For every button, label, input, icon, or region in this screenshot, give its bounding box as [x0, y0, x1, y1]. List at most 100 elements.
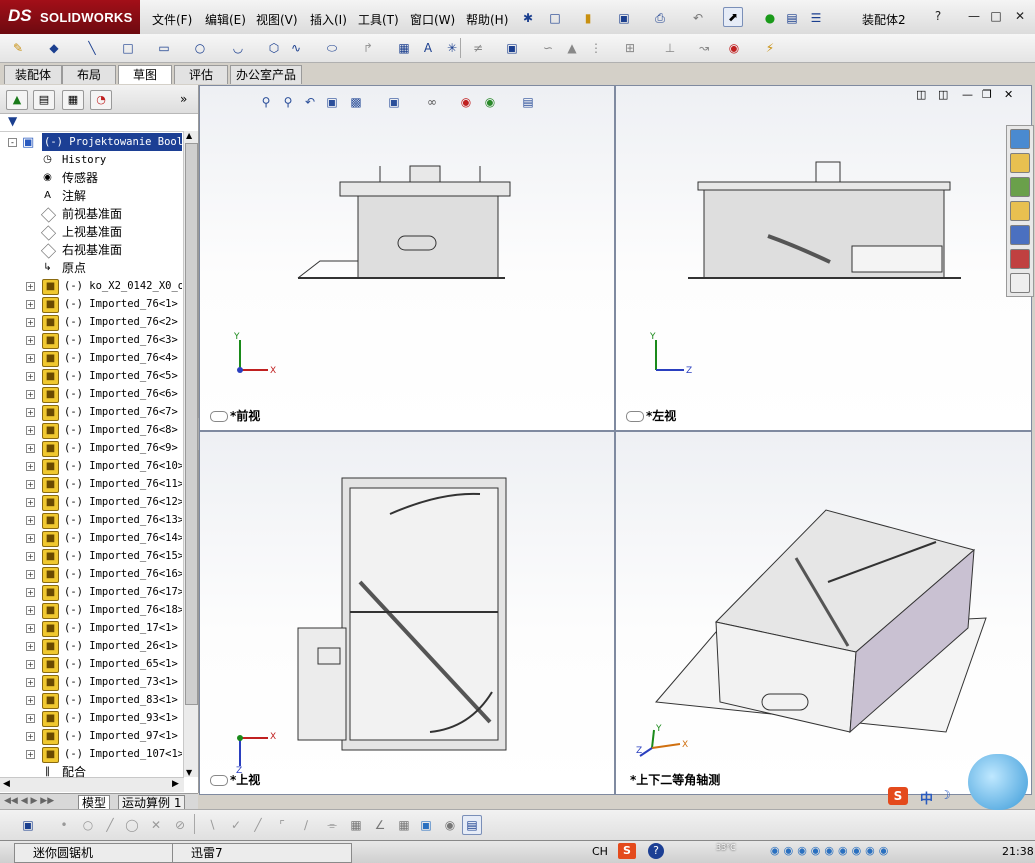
expand-icon[interactable]: + — [26, 282, 35, 291]
polyline-icon[interactable]: ∕ — [296, 815, 316, 835]
expand-icon[interactable]: + — [26, 534, 35, 543]
tree-item[interactable]: + ■ (-) Imported_76<17> — [0, 583, 182, 601]
expand-icon[interactable]: + — [26, 498, 35, 507]
text-icon[interactable]: A — [418, 38, 438, 58]
link-views-icon[interactable] — [210, 411, 228, 422]
trim-icon[interactable]: ≠ — [468, 38, 488, 58]
language-indicator[interactable]: CH — [592, 845, 608, 858]
undo-icon[interactable]: ↶ — [688, 8, 708, 28]
design-library-icon[interactable] — [1010, 177, 1030, 197]
display-manager-icon[interactable]: ◔ — [90, 90, 112, 110]
expand-icon[interactable]: + — [26, 678, 35, 687]
tree-item[interactable]: ◉ 传感器 — [0, 169, 182, 187]
tree-item[interactable]: + ■ (-) Imported_76<7> ( — [0, 403, 182, 421]
plane-sketch-icon[interactable]: ▦ — [394, 38, 414, 58]
expand-icon[interactable]: + — [26, 408, 35, 417]
moon-icon[interactable]: ☽ — [940, 788, 951, 802]
tree-item[interactable]: + ■ (-) Imported_76<1> ( — [0, 295, 182, 313]
expand-icon[interactable]: + — [26, 552, 35, 561]
quick-snaps-icon[interactable]: ◉ — [724, 38, 744, 58]
home-icon[interactable] — [1010, 153, 1030, 173]
expand-icon[interactable]: + — [26, 354, 35, 363]
tree-item[interactable]: + ■ (-) Imported_76<6> ( — [0, 385, 182, 403]
filter-icon[interactable]: ▼ — [8, 114, 17, 128]
circle-tool2-icon[interactable]: ◯ — [122, 815, 142, 835]
convert-entities-icon[interactable]: ▣ — [502, 38, 522, 58]
slash-icon[interactable]: ╱ — [248, 815, 268, 835]
tree-item[interactable]: ‖ 配合 — [0, 763, 182, 781]
tree-item[interactable]: + ■ (-) Imported_107<1> — [0, 745, 182, 763]
tab-nav-icon[interactable]: ◀◀ ◀ ▶ ▶▶ — [4, 796, 54, 806]
sogou-icon[interactable]: S — [888, 787, 908, 805]
tree-item[interactable]: + ■ (-) Imported_17<1> ( — [0, 619, 182, 637]
bird-mascot-icon[interactable] — [968, 754, 1028, 810]
tree-item[interactable]: A 注解 — [0, 187, 182, 205]
repair-sketch-icon[interactable]: ↝ — [694, 38, 714, 58]
command-tab[interactable]: 草图 — [118, 65, 172, 84]
restore-icon[interactable]: □ — [988, 9, 1004, 23]
command-tab[interactable]: 评估 — [174, 65, 228, 84]
solidworks-resources-icon[interactable] — [1010, 129, 1030, 149]
expand-icon[interactable]: + — [26, 372, 35, 381]
tree-item[interactable]: + ■ (-) Imported_93<1> ( — [0, 709, 182, 727]
expand-icon[interactable]: + — [26, 390, 35, 399]
view-cube-icon[interactable]: ▦ — [394, 815, 414, 835]
minimize-icon[interactable]: — — [966, 9, 982, 23]
tree-item[interactable]: ↳ 原点 — [0, 259, 182, 277]
rebuild-traffic-light-icon[interactable]: ● — [760, 8, 780, 28]
scroll-up-icon[interactable]: ▲ — [186, 131, 192, 140]
rectangle-icon[interactable]: □ — [118, 38, 138, 58]
expand-icon[interactable]: + — [26, 318, 35, 327]
spline-icon[interactable]: ∿ — [286, 38, 306, 58]
taskbar-item[interactable]: 迷你圆锯机 — [14, 843, 186, 863]
save-icon[interactable]: ▣ — [18, 815, 38, 835]
offset-icon[interactable]: ∽ — [538, 38, 558, 58]
view-palette-icon[interactable] — [1010, 225, 1030, 245]
close-icon[interactable]: ✕ — [1012, 9, 1028, 23]
tree-item[interactable]: + ■ (-) Imported_76<15> — [0, 547, 182, 565]
expand-icon[interactable]: + — [26, 624, 35, 633]
menu-item[interactable]: 视图(V) — [256, 11, 298, 28]
corner-icon[interactable]: ⌜ — [272, 815, 292, 835]
expand-icon[interactable]: + — [26, 642, 35, 651]
layout-icon[interactable]: ▤ — [462, 815, 482, 835]
grid-icon[interactable]: ▦ — [346, 815, 366, 835]
expand-icon[interactable]: + — [26, 570, 35, 579]
fillet-icon[interactable]: ↱ — [358, 38, 378, 58]
mirror-icon[interactable]: ▲ — [562, 38, 582, 58]
open-folder-icon[interactable]: ▮ — [578, 8, 598, 28]
chamfer-icon[interactable]: ∖ — [202, 815, 222, 835]
tree-item[interactable]: + ■ (-) Imported_76<8> ( — [0, 421, 182, 439]
circle-icon[interactable]: ○ — [190, 38, 210, 58]
print-icon[interactable]: ⎙ — [650, 8, 670, 28]
expand-icon[interactable]: + — [26, 660, 35, 669]
menu-item[interactable]: 帮助(H) — [466, 11, 508, 28]
viewport-isometric[interactable]: Y Z X *上下二等角轴测 — [615, 431, 1032, 795]
expand-icon[interactable]: + — [26, 714, 35, 723]
tree-item[interactable]: + ■ (-) Imported_65<1> ( — [0, 655, 182, 673]
shaded-cube-icon[interactable]: ▣ — [416, 815, 436, 835]
property-manager-icon[interactable]: ▤ — [33, 90, 55, 110]
menu-item[interactable]: 文件(F) — [152, 11, 192, 28]
point-icon[interactable]: ✳ — [442, 38, 462, 58]
tree-vertical-scrollbar[interactable]: ▲ ▼ — [183, 131, 198, 777]
sogou-tray-icon[interactable]: S — [618, 843, 636, 859]
camera-icon[interactable]: ◉ — [440, 815, 460, 835]
collapse-icon[interactable]: - — [8, 138, 17, 147]
rapid-sketch-icon[interactable]: ⚡ — [760, 38, 780, 58]
viewport-top[interactable]: X Z *上视 — [199, 431, 615, 795]
tree-item[interactable]: + ■ (-) Imported_76<11> — [0, 475, 182, 493]
taskbar-item[interactable]: 迅雷7 — [172, 843, 352, 863]
dimension-icon[interactable]: ⌯ — [322, 815, 342, 835]
tray-icons[interactable]: ◉◉◉◉◉◉◉◉◉ — [770, 844, 892, 857]
expand-icon[interactable]: + — [26, 336, 35, 345]
cross-tool-icon[interactable]: ✕ — [146, 815, 166, 835]
feature-manager-icon[interactable]: ▲ — [6, 90, 28, 110]
help-tray-icon[interactable]: ? — [648, 843, 664, 859]
ime-mode[interactable]: 中 — [920, 788, 933, 807]
expand-icon[interactable]: + — [26, 300, 35, 309]
dot-icon[interactable]: • — [54, 815, 74, 835]
tree-item[interactable]: 前视基准面 — [0, 205, 182, 223]
expand-icon[interactable]: + — [26, 516, 35, 525]
expand-icon[interactable]: + — [26, 696, 35, 705]
